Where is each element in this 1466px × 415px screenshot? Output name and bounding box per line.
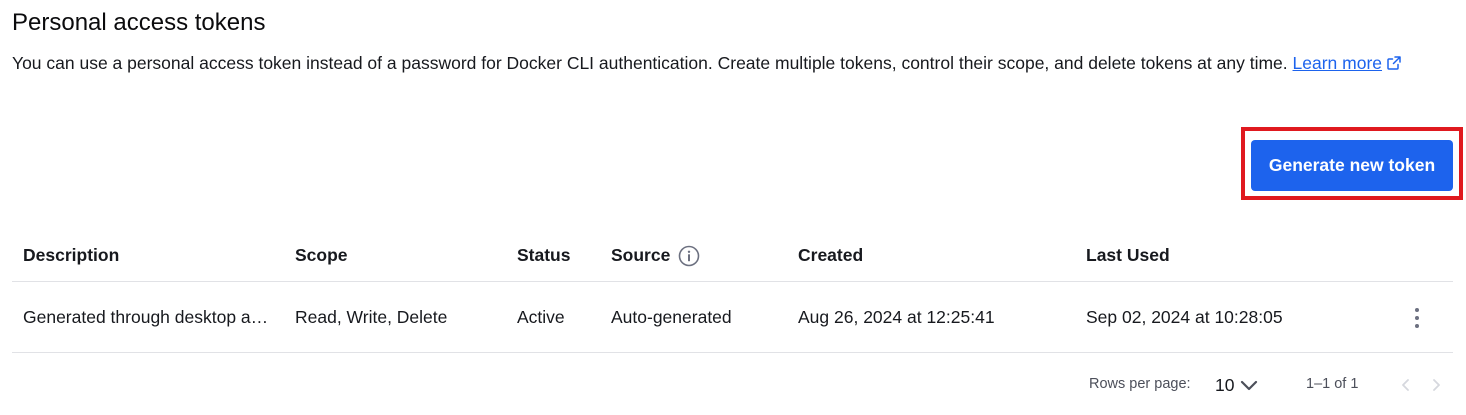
tokens-table: Description Scope Status Source Created … xyxy=(12,230,1453,353)
more-vertical-icon[interactable] xyxy=(1403,304,1431,332)
pagination: Rows per page: 10 1–1 of 1 xyxy=(0,372,1466,398)
description-text: Generated through desktop a… xyxy=(23,306,269,327)
cell-last-used: Sep 02, 2024 at 10:28:05 xyxy=(1086,306,1283,327)
chevron-right-icon xyxy=(1433,379,1440,391)
column-header-created[interactable]: Created xyxy=(798,230,1078,281)
chevron-down-icon xyxy=(1241,380,1258,391)
cell-scope: Read, Write, Delete xyxy=(295,306,448,327)
page-title: Personal access tokens xyxy=(12,9,266,36)
table-row[interactable]: Generated through desktop a… Read, Write… xyxy=(12,282,1453,353)
chevron-left-icon xyxy=(1402,379,1409,391)
learn-more-label: Learn more xyxy=(1292,53,1383,73)
rows-per-page-label: Rows per page: xyxy=(1089,376,1191,392)
learn-more-link[interactable]: Learn more xyxy=(1293,53,1403,73)
intro-text: You can use a personal access token inst… xyxy=(12,53,1288,73)
info-icon[interactable] xyxy=(678,245,700,267)
external-link-icon xyxy=(1387,56,1401,70)
cell-source: Auto-generated xyxy=(611,306,732,327)
intro-paragraph: You can use a personal access token inst… xyxy=(12,51,1412,76)
previous-page-button[interactable] xyxy=(1396,375,1416,395)
pagination-range: 1–1 of 1 xyxy=(1306,376,1359,392)
column-header-scope[interactable]: Scope xyxy=(295,230,505,281)
rows-per-page-select[interactable]: 10 xyxy=(1215,372,1260,398)
rows-per-page-value: 10 xyxy=(1215,374,1235,395)
cell-description: Generated through desktop a… xyxy=(23,282,288,352)
column-header-source-label[interactable]: Source xyxy=(611,245,670,266)
column-header-last-used[interactable]: Last Used xyxy=(1086,230,1366,281)
column-header-source: Source xyxy=(611,230,791,281)
cell-created: Aug 26, 2024 at 12:25:41 xyxy=(798,306,995,327)
column-header-status[interactable]: Status xyxy=(517,230,602,281)
column-header-description[interactable]: Description xyxy=(23,230,288,281)
generate-new-token-button[interactable]: Generate new token xyxy=(1251,140,1453,191)
next-page-button[interactable] xyxy=(1426,375,1446,395)
table-header-row: Description Scope Status Source Created … xyxy=(12,230,1453,282)
cell-status: Active xyxy=(517,306,565,327)
